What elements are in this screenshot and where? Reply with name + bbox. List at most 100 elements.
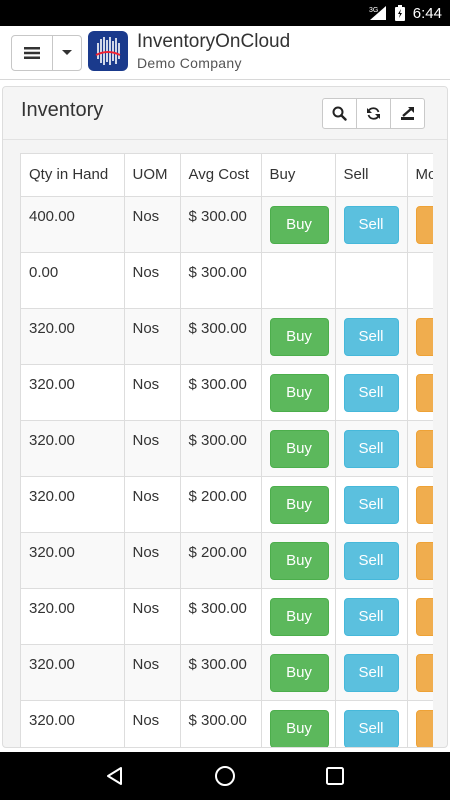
- header-sell: Sell: [335, 154, 408, 197]
- hamburger-icon: [24, 47, 40, 59]
- move-button[interactable]: [415, 541, 433, 580]
- sell-cell: Sell: [335, 644, 408, 701]
- home-button[interactable]: [201, 752, 249, 800]
- buy-cell: Buy: [261, 364, 336, 421]
- uom-cell: Nos: [124, 196, 181, 253]
- buy-button[interactable]: Buy: [269, 541, 329, 580]
- move-button[interactable]: [415, 429, 433, 468]
- export-button[interactable]: [390, 98, 425, 129]
- home-icon: [215, 766, 235, 786]
- table-row[interactable]: 0.00 Nos $ 300.00: [21, 252, 433, 309]
- move-button[interactable]: [415, 597, 433, 636]
- sell-button[interactable]: Sell: [343, 485, 399, 524]
- sell-cell: Sell: [335, 532, 408, 589]
- uom-cell: Nos: [124, 420, 181, 477]
- table-row[interactable]: 320.00 Nos $ 200.00 Buy Sell: [21, 532, 433, 589]
- sell-cell: [335, 252, 408, 309]
- uom-cell: Nos: [124, 532, 181, 589]
- avg-cost-cell: $ 200.00: [180, 476, 262, 533]
- dropdown-toggle-button[interactable]: [52, 36, 81, 70]
- sell-button[interactable]: Sell: [343, 709, 399, 747]
- sell-button[interactable]: Sell: [343, 373, 399, 412]
- buy-button[interactable]: Buy: [269, 597, 329, 636]
- move-button[interactable]: [415, 709, 433, 747]
- qty-cell: 400.00: [21, 196, 125, 253]
- avg-cost-cell: $ 200.00: [180, 532, 262, 589]
- table-row[interactable]: 400.00 Nos $ 300.00 Buy Sell: [21, 196, 433, 253]
- move-button[interactable]: [415, 373, 433, 412]
- buy-button[interactable]: Buy: [269, 429, 329, 468]
- qty-cell: 320.00: [21, 476, 125, 533]
- sell-button[interactable]: Sell: [343, 597, 399, 636]
- buy-cell: Buy: [261, 420, 336, 477]
- company-name: Demo Company: [137, 55, 242, 71]
- table-row[interactable]: 320.00 Nos $ 300.00 Buy Sell: [21, 364, 433, 421]
- sell-cell: Sell: [335, 364, 408, 421]
- app-bar: InventoryOnCloud Demo Company: [0, 26, 450, 80]
- sell-button[interactable]: Sell: [343, 541, 399, 580]
- avg-cost-cell: $ 300.00: [180, 644, 262, 701]
- back-button[interactable]: [91, 752, 139, 800]
- uom-cell: Nos: [124, 252, 181, 309]
- panel-heading: Inventory: [3, 87, 447, 140]
- qty-cell: 320.00: [21, 700, 125, 747]
- buy-button[interactable]: Buy: [269, 317, 329, 356]
- sell-button[interactable]: Sell: [343, 317, 399, 356]
- qty-cell: 320.00: [21, 308, 125, 365]
- battery-icon: [394, 5, 405, 21]
- search-button[interactable]: [322, 98, 357, 129]
- header-avg-cost[interactable]: Avg Cost: [180, 154, 262, 197]
- move-button[interactable]: [415, 653, 433, 692]
- sell-button[interactable]: Sell: [343, 429, 399, 468]
- page-title: Inventory: [21, 99, 104, 121]
- move-cell: [407, 588, 433, 645]
- inventory-panel: Inventory Qty in Hand UOM Avg Cost Buy S…: [2, 86, 448, 748]
- toolbar: [322, 98, 425, 129]
- move-cell: [407, 420, 433, 477]
- refresh-button[interactable]: [356, 98, 391, 129]
- qty-cell: 320.00: [21, 364, 125, 421]
- buy-button[interactable]: Buy: [269, 709, 329, 747]
- move-cell: [407, 196, 433, 253]
- table-row[interactable]: 320.00 Nos $ 300.00 Buy Sell: [21, 420, 433, 477]
- move-cell: [407, 252, 433, 309]
- header-uom[interactable]: UOM: [124, 154, 181, 197]
- app-logo: [88, 31, 128, 71]
- qty-cell: 0.00: [21, 252, 125, 309]
- buy-button[interactable]: Buy: [269, 205, 329, 244]
- buy-button[interactable]: Buy: [269, 485, 329, 524]
- buy-button[interactable]: Buy: [269, 373, 329, 412]
- uom-cell: Nos: [124, 644, 181, 701]
- move-button[interactable]: [415, 485, 433, 524]
- move-cell: [407, 364, 433, 421]
- recents-icon: [326, 767, 344, 785]
- move-button[interactable]: [415, 205, 433, 244]
- table-row[interactable]: 320.00 Nos $ 300.00 Buy Sell: [21, 700, 433, 747]
- move-cell: [407, 308, 433, 365]
- app-title: InventoryOnCloud: [137, 31, 291, 52]
- buy-cell: Buy: [261, 588, 336, 645]
- table-row[interactable]: 320.00 Nos $ 300.00 Buy Sell: [21, 588, 433, 645]
- table-row[interactable]: 320.00 Nos $ 300.00 Buy Sell: [21, 644, 433, 701]
- search-icon: [332, 106, 347, 121]
- inventory-table-container[interactable]: Qty in Hand UOM Avg Cost Buy Sell Mo 400…: [20, 153, 433, 747]
- sell-cell: Sell: [335, 308, 408, 365]
- recents-button[interactable]: [311, 752, 359, 800]
- sell-button[interactable]: Sell: [343, 653, 399, 692]
- svg-text:3G: 3G: [369, 7, 378, 14]
- menu-button[interactable]: [12, 36, 52, 70]
- buy-cell: Buy: [261, 196, 336, 253]
- sell-button[interactable]: Sell: [343, 205, 399, 244]
- move-button[interactable]: [415, 317, 433, 356]
- menu-button-group: [11, 35, 82, 71]
- uom-cell: Nos: [124, 700, 181, 747]
- table-row[interactable]: 320.00 Nos $ 200.00 Buy Sell: [21, 476, 433, 533]
- signal-icon: 3G: [369, 5, 387, 21]
- uom-cell: Nos: [124, 476, 181, 533]
- table-row[interactable]: 320.00 Nos $ 300.00 Buy Sell: [21, 308, 433, 365]
- avg-cost-cell: $ 300.00: [180, 308, 262, 365]
- avg-cost-cell: $ 300.00: [180, 700, 262, 747]
- header-qty-in-hand[interactable]: Qty in Hand: [21, 154, 125, 197]
- caret-down-icon: [62, 50, 72, 55]
- buy-button[interactable]: Buy: [269, 653, 329, 692]
